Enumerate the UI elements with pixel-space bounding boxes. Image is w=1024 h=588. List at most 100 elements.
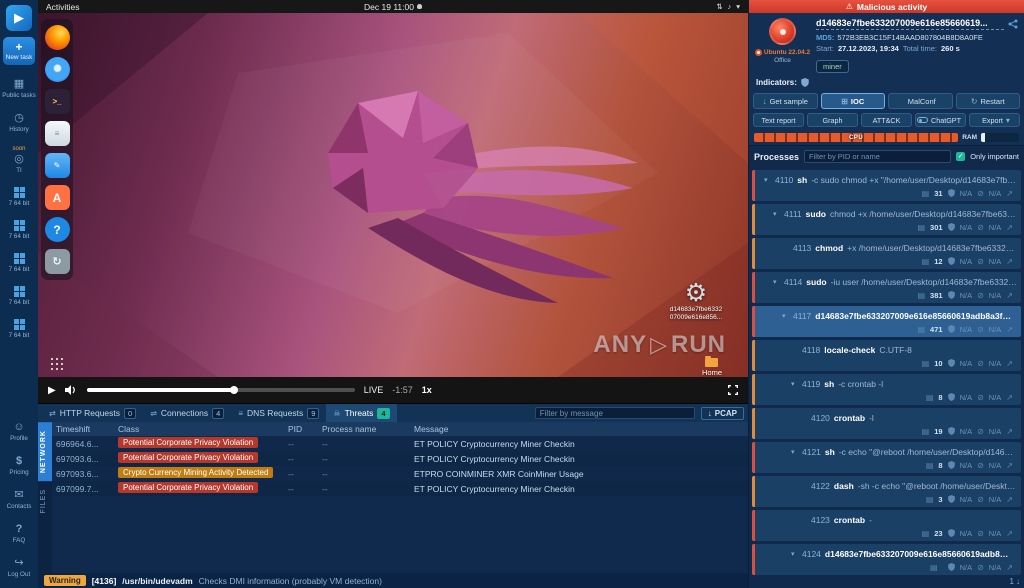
sidebar-item[interactable]: Profile xyxy=(0,414,38,448)
process-row[interactable]: ▾ 4117 d14683e7fbe633207009e616e85660619… xyxy=(752,306,1021,337)
files-icon[interactable]: ≡ xyxy=(45,121,70,146)
open-process-icon[interactable]: ↗ xyxy=(1006,325,1013,334)
process-row[interactable]: ▾ 4123 crontab - ▤ 23 N/A ⊘ N/A ↗ xyxy=(752,510,1021,541)
process-row[interactable]: ▾ 4119 sh -c crontab -l ▤ 8 N/A ⊘ N/A ↗ xyxy=(752,374,1021,405)
action-button[interactable]: Graph xyxy=(807,113,858,127)
malware-desktop-file[interactable]: ⚙ d14683e7fbe6332 07009e616e856... xyxy=(658,280,734,322)
software-updater-icon[interactable]: ↻ xyxy=(45,249,70,274)
expand-arrow-icon[interactable]: ▾ xyxy=(764,176,771,184)
new-task-button[interactable]: + New task xyxy=(3,37,35,65)
threat-row[interactable]: 697093.6... Potential Corporate Privacy … xyxy=(52,451,748,466)
play-button[interactable]: ▶ xyxy=(48,385,56,396)
action-button[interactable]: Text report xyxy=(753,113,804,127)
action-button[interactable]: Restart xyxy=(956,93,1021,109)
sidebar-item[interactable]: soon TI xyxy=(0,139,38,180)
md5-value[interactable]: 572B3EB3C15F14BAAD807804B8D8A0FE xyxy=(837,33,983,42)
panel-side-tab[interactable]: FILES xyxy=(38,481,52,521)
open-process-icon[interactable]: ↗ xyxy=(1006,495,1013,504)
action-button[interactable]: Get sample xyxy=(753,93,818,109)
activities-button[interactable]: Activities xyxy=(46,2,80,12)
pcap-download-button[interactable]: ↓ PCAP xyxy=(701,407,744,420)
sidebar-item-vm[interactable]: 7 64 bit xyxy=(0,312,38,345)
action-button[interactable]: MalConf xyxy=(888,93,953,109)
process-row[interactable]: ▾ 4113 chmod +x /home/user/Desktop/d1468… xyxy=(752,238,1021,269)
sidebar-item-vm[interactable]: 7 64 bit xyxy=(0,279,38,312)
status-process-path[interactable]: /usr/bin/udevadm xyxy=(122,576,192,586)
clock-label[interactable]: Dec 19 11:00 xyxy=(364,2,414,12)
expand-arrow-icon[interactable]: ▾ xyxy=(773,278,780,286)
text-editor-icon[interactable]: ✎ xyxy=(45,153,70,178)
ubuntu-desktop[interactable]: >_ ≡ ✎ A ? ↻ ⚙ d14683e7fbe6332 07009e616… xyxy=(38,13,748,377)
threat-row[interactable]: 697099.7... Potential Corporate Privacy … xyxy=(52,481,748,496)
network-tab[interactable]: Connections 4 xyxy=(143,404,231,422)
open-process-icon[interactable]: ↗ xyxy=(1006,427,1013,436)
open-process-icon[interactable]: ↗ xyxy=(1006,257,1013,266)
sidebar-item[interactable]: FAQ xyxy=(0,516,38,550)
threat-row[interactable]: 696964.6... Potential Corporate Privacy … xyxy=(52,436,748,451)
sidebar-item[interactable]: History xyxy=(0,105,38,139)
process-row[interactable]: ▾ 4120 crontab -l ▤ 19 N/A ⊘ N/A ↗ xyxy=(752,408,1021,439)
open-process-icon[interactable]: ↗ xyxy=(1006,223,1013,232)
fullscreen-button[interactable] xyxy=(728,385,738,395)
process-row[interactable]: ▾ 4114 sudo -iu user /home/user/Desktop/… xyxy=(752,272,1021,303)
process-row[interactable]: ▾ 4124 d14683e7fbe633207009e616e85660619… xyxy=(752,544,1021,575)
action-button[interactable]: ChatGPT xyxy=(915,113,966,127)
network-tab[interactable]: HTTP Requests 0 xyxy=(42,404,143,422)
help-icon[interactable]: ? xyxy=(45,217,70,242)
more-items-indicator[interactable]: 1 ↓ xyxy=(1010,577,1020,586)
process-row[interactable]: ▾ 4110 sh -c sudo chmod +x "/home/user/D… xyxy=(752,170,1021,201)
volume-icon[interactable] xyxy=(65,385,78,395)
home-folder-desktop-icon[interactable]: Home xyxy=(702,358,722,377)
chromium-icon[interactable] xyxy=(45,57,70,82)
show-applications-icon[interactable] xyxy=(51,358,63,370)
threat-row[interactable]: 697093.6... Crypto Currency Mining Activ… xyxy=(52,466,748,481)
expand-arrow-icon[interactable]: ▾ xyxy=(782,312,789,320)
playback-speed-button[interactable]: 1x xyxy=(422,385,432,395)
seek-handle[interactable] xyxy=(230,386,238,394)
sidebar-item-vm[interactable]: 7 64 bit xyxy=(0,246,38,279)
sidebar-item[interactable]: Public tasks xyxy=(0,71,38,105)
expand-arrow-icon[interactable]: ▾ xyxy=(791,448,798,456)
vm-screen[interactable]: Activities Dec 19 11:00 ⇅ ♪ ▾ xyxy=(38,0,748,403)
only-important-checkbox[interactable]: ✓ xyxy=(956,152,965,161)
share-icon[interactable] xyxy=(1008,19,1018,29)
sample-name[interactable]: d14683e7fbe633207009e616e85660619... xyxy=(816,18,1004,30)
expand-arrow-icon[interactable]: ▾ xyxy=(791,380,798,388)
process-row[interactable]: ▾ 4118 locale-check C.UTF-8 ▤ 10 N/A ⊘ N… xyxy=(752,340,1021,371)
open-process-icon[interactable]: ↗ xyxy=(1006,393,1013,402)
open-process-icon[interactable]: ↗ xyxy=(1006,359,1013,368)
firefox-icon[interactable] xyxy=(45,25,70,50)
sidebar-item[interactable]: Contacts xyxy=(0,482,38,516)
open-process-icon[interactable]: ↗ xyxy=(1006,461,1013,470)
process-row[interactable]: ▾ 4111 sudo chmod +x /home/user/Desktop/… xyxy=(752,204,1021,235)
process-filter-input[interactable] xyxy=(804,150,951,163)
process-pid: 4124 xyxy=(802,549,821,559)
open-process-icon[interactable]: ↗ xyxy=(1006,563,1013,572)
open-process-icon[interactable]: ↗ xyxy=(1006,291,1013,300)
open-process-icon[interactable]: ↗ xyxy=(1006,189,1013,198)
open-process-icon[interactable]: ↗ xyxy=(1006,529,1013,538)
network-tab[interactable]: DNS Requests 9 xyxy=(231,404,326,422)
expand-arrow-icon[interactable]: ▾ xyxy=(773,210,780,218)
files-count: 3 xyxy=(938,495,942,504)
action-button[interactable]: ATT&CK xyxy=(861,113,912,127)
process-row[interactable]: ▾ 4122 dash -sh -c echo "@reboot /home/u… xyxy=(752,476,1021,507)
sidebar-item[interactable]: Pricing xyxy=(0,448,38,482)
anyrun-logo-icon[interactable]: ▶ xyxy=(6,5,32,31)
sidebar-item-vm[interactable]: 7 64 bit xyxy=(0,180,38,213)
expand-arrow-icon[interactable]: ▾ xyxy=(791,550,798,558)
network-tab[interactable]: Threats 4 xyxy=(326,404,396,422)
message-filter-input[interactable] xyxy=(535,407,695,419)
sidebar-item[interactable]: Log Out xyxy=(0,550,38,584)
sidebar-item-vm[interactable]: 7 64 bit xyxy=(0,213,38,246)
action-button[interactable]: IOC xyxy=(821,93,886,109)
panel-side-tab[interactable]: NETWORK xyxy=(38,422,52,481)
seek-bar[interactable] xyxy=(87,388,355,392)
terminal-icon[interactable]: >_ xyxy=(45,89,70,114)
ubuntu-software-icon[interactable]: A xyxy=(45,185,70,210)
action-button[interactable]: Export xyxy=(969,113,1020,127)
na-value: N/A xyxy=(989,257,1002,266)
system-tray[interactable]: ⇅ ♪ ▾ xyxy=(716,2,740,11)
miner-tag[interactable]: miner xyxy=(816,60,849,73)
process-row[interactable]: ▾ 4121 sh -c echo "@reboot /home/user/De… xyxy=(752,442,1021,473)
